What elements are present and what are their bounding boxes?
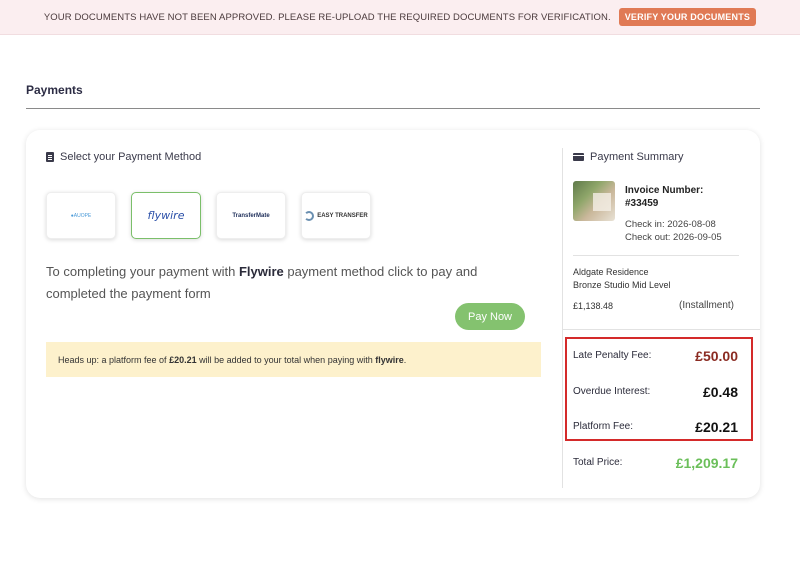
verification-banner: YOUR DOCUMENTS HAVE NOT BEEN APPROVED. P… (0, 0, 800, 35)
invoice-number: #33459 (625, 198, 659, 209)
property-thumbnail (573, 181, 615, 221)
payment-method-heading: Select your Payment Method (46, 151, 201, 163)
payment-method-easytransfer[interactable]: EASY TRANSFER (301, 192, 371, 239)
banner-message: YOUR DOCUMENTS HAVE NOT BEEN APPROVED. P… (43, 11, 611, 23)
late-penalty-fee-value: £50.00 (695, 348, 738, 364)
pay-now-button[interactable]: Pay Now (455, 303, 525, 330)
notice-prefix: Heads up: a platform fee of (58, 354, 170, 365)
document-icon (46, 152, 54, 162)
notice-method: flywire (375, 354, 404, 365)
flywire-logo: flywire (147, 209, 185, 222)
summary-divider-2 (563, 329, 760, 330)
residence-name: Aldgate Residence (573, 267, 649, 277)
payment-method-transfermate[interactable]: TransferMate (216, 192, 286, 239)
credit-card-icon (573, 153, 584, 161)
easytransfer-logo-text: EASY TRANSFER (317, 212, 368, 219)
verify-documents-button[interactable]: VERIFY YOUR DOCUMENTS (618, 8, 757, 26)
notice-text: Heads up: a platform fee of £20.21 will … (58, 355, 406, 365)
transfermate-logo: TransferMate (232, 212, 270, 219)
easytransfer-logo: EASY TRANSFER (304, 210, 368, 221)
invoice-label: Invoice Number: (625, 185, 704, 196)
platform-fee-value: £20.21 (695, 419, 738, 435)
page-title: Payments (26, 83, 83, 97)
easytransfer-mark-icon (304, 210, 315, 221)
payment-summary-heading: Payment Summary (573, 151, 684, 163)
overdue-interest-label: Overdue Interest: (573, 386, 651, 397)
platform-fee-label: Platform Fee: (573, 421, 634, 432)
summary-divider (562, 148, 563, 488)
platform-fee-notice: Heads up: a platform fee of £20.21 will … (46, 342, 541, 377)
total-price-value: £1,209.17 (675, 455, 738, 471)
notice-middle: will be added to your total when paying … (196, 354, 376, 365)
late-penalty-fee-label: Late Penalty Fee: (573, 350, 652, 361)
payment-description-prefix: To completing your payment with (46, 264, 239, 279)
notice-fee: £20.21 (169, 354, 197, 365)
check-in-date: Check in: 2026-08-08 (625, 219, 716, 230)
check-out-date: Check out: 2026-09-05 (625, 232, 722, 243)
summary-divider-1 (573, 255, 739, 256)
overdue-interest-value: £0.48 (702, 384, 738, 400)
payment-description-method: Flywire (238, 264, 284, 279)
total-price-label: Total Price: (573, 457, 623, 468)
room-price: £1,138.48 (573, 301, 614, 311)
room-type: Bronze Studio Mid Level (573, 280, 671, 290)
unknown-provider-logo: ●AUOPE (70, 212, 92, 219)
payment-plan: (Installment) (679, 300, 735, 311)
title-divider (26, 108, 760, 109)
payment-method-heading-text: Select your Payment Method (60, 151, 202, 163)
payment-summary-heading-text: Payment Summary (590, 151, 684, 163)
payment-method-flywire[interactable]: flywire (131, 192, 201, 239)
payment-description: To completing your payment with Flywire … (46, 261, 526, 305)
payment-method-unknown[interactable]: ●AUOPE (46, 192, 116, 239)
notice-end: . (403, 354, 407, 365)
